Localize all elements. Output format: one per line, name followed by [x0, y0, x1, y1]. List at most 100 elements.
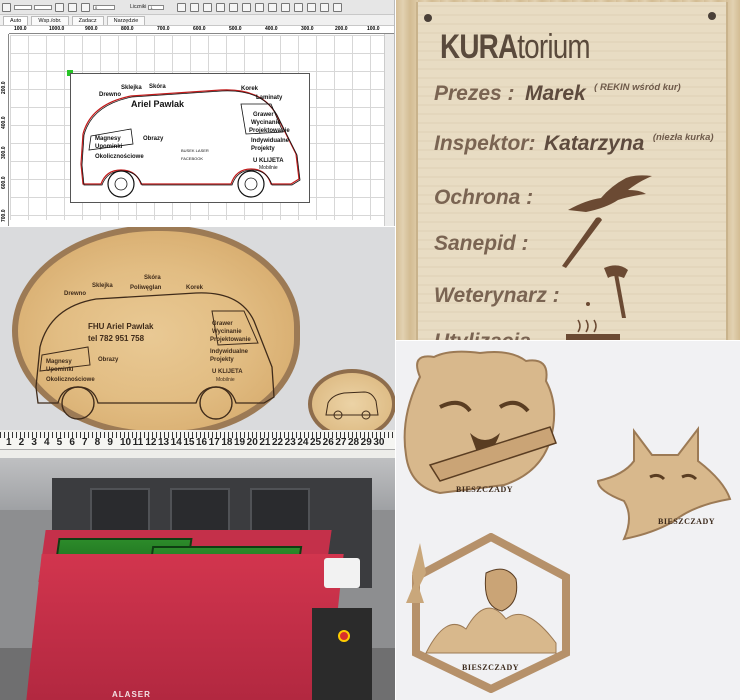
- ruler-number: 11: [132, 437, 144, 448]
- rotate-icon[interactable]: [81, 2, 90, 12]
- ruler-label: 700.0: [1, 209, 7, 222]
- control-panel[interactable]: [312, 608, 372, 700]
- align-icon[interactable]: [177, 2, 187, 12]
- ruler-label: 1000.0: [49, 26, 65, 32]
- row-value: Katarzyna: [543, 132, 645, 155]
- engraved-wood-slice-photo: FHU Ariel Pawlak tel 782 951 758 Drewno …: [0, 227, 395, 430]
- board-title: KURAtorium: [440, 28, 591, 67]
- cutout-label: BIESZCZADY: [658, 517, 716, 526]
- eagle-icon: [568, 175, 652, 212]
- align-center-icon[interactable]: [190, 2, 200, 12]
- ruler-number: 14: [170, 437, 182, 448]
- design-word: Wycinanie: [251, 120, 281, 126]
- ungroup-icon[interactable]: [229, 2, 239, 12]
- cutout-label: BIESZCZADY: [462, 663, 520, 672]
- board-row-sanepid: Sanepid :: [434, 232, 529, 256]
- board-title-rest: torium: [517, 28, 590, 66]
- arrow-up-right-icon[interactable]: [320, 2, 330, 12]
- row-label: Ochrona :: [434, 186, 534, 209]
- ruler-number: 19: [234, 437, 246, 448]
- emergency-stop-button[interactable]: [338, 630, 350, 642]
- van-outline-icon: Skóra Drewno Sklejka Ariel Pawlak Korek …: [80, 84, 301, 198]
- weld-icon[interactable]: [255, 2, 265, 12]
- ruler-label: 400.0: [265, 26, 278, 32]
- ruler-number: 28: [348, 437, 360, 448]
- row-note: ( REKIN wśród kur): [594, 82, 681, 93]
- ruler-number: 23: [284, 437, 296, 448]
- tab-tool[interactable]: Narzędzie: [106, 16, 146, 25]
- ruler-number: 21: [259, 437, 271, 448]
- cursor-icon[interactable]: [2, 2, 11, 12]
- arrow-down-icon[interactable]: [333, 2, 343, 12]
- row-label: Sanepid :: [434, 232, 529, 255]
- ruler-label: 600.0: [1, 176, 7, 189]
- machine-brand: ALASER: [112, 690, 151, 699]
- van-design[interactable]: Skóra Drewno Sklejka Ariel Pawlak Korek …: [70, 73, 310, 203]
- slice-word: Skóra: [144, 275, 161, 281]
- row-label: Prezes :: [434, 82, 515, 105]
- ruler-number: 18: [221, 437, 233, 448]
- ruler-number: 15: [183, 437, 195, 448]
- ruler-number: 3: [31, 437, 37, 448]
- vertical-scrollbar[interactable]: [384, 34, 394, 226]
- laser-body: [26, 554, 344, 700]
- ruler-number: 26: [322, 437, 334, 448]
- design-word: Laminaty: [256, 95, 283, 101]
- row-note: (niezła kurka): [652, 132, 714, 143]
- cut-icon[interactable]: [268, 2, 278, 12]
- distribute-icon[interactable]: [203, 2, 213, 12]
- frame-icon[interactable]: [294, 2, 304, 12]
- design-word: Korek: [241, 86, 259, 92]
- tab-auto[interactable]: Auto: [3, 16, 29, 25]
- counter-field[interactable]: 1: [148, 4, 165, 10]
- ruler-number: 29: [360, 437, 372, 448]
- bear-cutout-icon: [403, 350, 557, 495]
- ruler-number: 17: [208, 437, 220, 448]
- slice-word: Mobilnie: [216, 377, 235, 383]
- slice-word: Projektowanie: [210, 337, 251, 343]
- design-word: Obrazy: [143, 136, 164, 142]
- ruler-number: 24: [297, 437, 309, 448]
- slice-word: Grawer: [212, 321, 233, 327]
- board-title-bold: KURA: [440, 28, 518, 66]
- ruler-label: 300.0: [301, 26, 314, 32]
- row-value: Marek: [525, 82, 586, 105]
- arrow-up-left-icon[interactable]: [307, 2, 317, 12]
- horizontal-ruler: 100.0 1000.0 900.0 800.0 700.0 600.0 500…: [9, 26, 394, 34]
- mirror-icon[interactable]: [68, 2, 77, 12]
- rotation-field[interactable]: 0: [93, 4, 115, 10]
- ruler-number: 4: [44, 437, 50, 448]
- node-icon[interactable]: [242, 2, 252, 12]
- array-icon[interactable]: [281, 2, 291, 12]
- board-row-inspektor: Inspektor: Katarzyna (niezła kurka): [434, 132, 714, 156]
- ruler-number: 30: [373, 437, 385, 448]
- ruler-label: 200.0: [1, 81, 7, 94]
- slice-word: Sklejka: [92, 283, 113, 289]
- slice-word: Poliwęglan: [130, 285, 162, 291]
- width-field[interactable]: [14, 4, 32, 10]
- ruler-label: 100.0: [14, 26, 27, 32]
- slice-word: Okolicznościowe: [46, 377, 95, 383]
- van-engraving-icon: FHU Ariel Pawlak tel 782 951 758 Drewno …: [35, 275, 275, 420]
- ruler-number: 27: [335, 437, 347, 448]
- ruler-number: 22: [272, 437, 284, 448]
- tab-tasks[interactable]: Zadacz: [71, 16, 104, 25]
- slice-word: Wycinanie: [212, 329, 242, 335]
- design-word: Drewno: [99, 92, 121, 98]
- ruler-label: 500.0: [229, 26, 242, 32]
- mini-van-icon: [325, 391, 379, 420]
- axe-icon: [586, 265, 628, 318]
- tab-workpiece[interactable]: Wsp./obr.: [31, 16, 69, 25]
- group-icon[interactable]: [216, 2, 226, 12]
- ruler-label: 900.0: [85, 26, 98, 32]
- design-word: Upominki: [95, 144, 123, 150]
- design-word: Skóra: [149, 84, 166, 90]
- ruler-number: 1: [6, 437, 12, 448]
- ruler-number: 20: [246, 437, 258, 448]
- height-field[interactable]: [34, 4, 52, 10]
- lock-icon[interactable]: [55, 2, 64, 12]
- slice-word: Upominki: [46, 367, 74, 373]
- slice-word: Magnesy: [46, 359, 72, 365]
- ruler-number: 6: [69, 437, 75, 448]
- design-title: Ariel Pawlak: [131, 99, 185, 109]
